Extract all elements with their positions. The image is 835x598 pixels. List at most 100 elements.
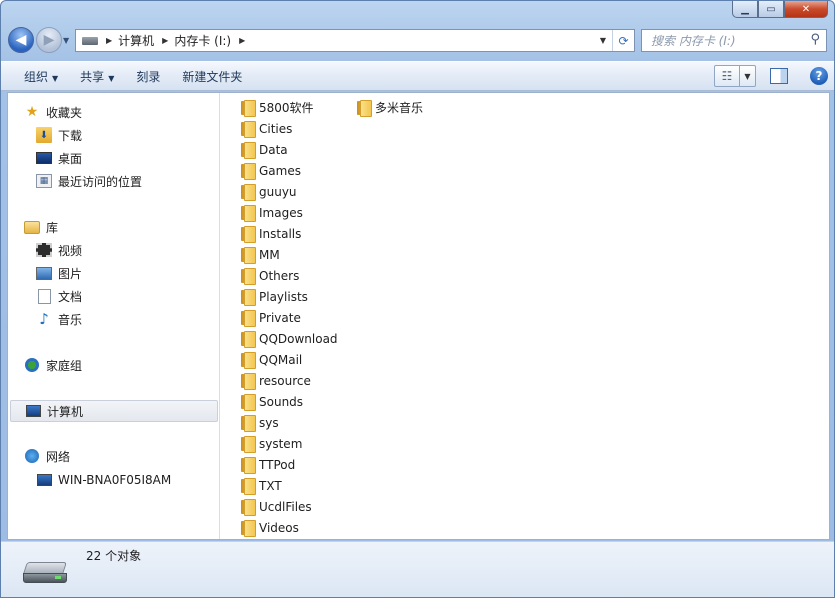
- sidebar-item-music[interactable]: ♪ 音乐: [36, 308, 82, 330]
- folder-label: Data: [259, 142, 288, 157]
- folder-label: Installs: [259, 226, 302, 241]
- sidebar-item-documents[interactable]: 文档: [36, 285, 82, 307]
- address-bar[interactable]: ▶ 计算机 ▶ 内存卡 (I:) ▶ ▼ ⟳: [75, 29, 635, 52]
- folder-icon: [241, 352, 256, 369]
- sidebar-item-videos[interactable]: 视频: [36, 239, 82, 261]
- folder-item[interactable]: system: [241, 433, 302, 454]
- folder-icon: [241, 499, 256, 516]
- sidebar-item-label: 下载: [58, 128, 83, 143]
- folder-item[interactable]: Cities: [241, 118, 292, 139]
- sidebar-item-desktop[interactable]: 桌面: [36, 147, 82, 169]
- refresh-icon[interactable]: ⟳: [612, 30, 634, 51]
- main-area: ★ 收藏夹 ⬇ 下载 桌面 ▦ 最近访问的位置 库 视频 图片 文档 ♪ 音乐 …: [7, 92, 830, 540]
- arrow-left-icon: ◀: [15, 32, 27, 48]
- folder-item[interactable]: Images: [241, 202, 303, 223]
- sidebar-item-label: 家庭组: [46, 358, 83, 373]
- folder-item[interactable]: TTPod: [241, 454, 295, 475]
- folder-item[interactable]: Videos: [241, 517, 299, 538]
- view-options-icon[interactable]: ☷: [714, 65, 740, 87]
- folder-item[interactable]: QQDownload: [241, 328, 338, 349]
- folder-item[interactable]: 5800软件: [241, 97, 314, 118]
- sidebar-item-computer[interactable]: 计算机: [10, 400, 218, 422]
- share-button[interactable]: 共享 ▼: [69, 68, 125, 85]
- folder-item[interactable]: Games: [241, 160, 301, 181]
- search-placeholder: 搜索 内存卡 (I:): [651, 34, 736, 48]
- organize-button[interactable]: 组织 ▼: [13, 68, 69, 85]
- folder-item[interactable]: Others: [241, 265, 299, 286]
- folder-icon: [241, 373, 256, 390]
- search-icon[interactable]: ⚲: [810, 32, 820, 47]
- maximize-button[interactable]: ▭: [758, 1, 784, 18]
- sidebar-item-network[interactable]: 网络: [24, 445, 70, 467]
- desktop-icon: [36, 152, 52, 164]
- share-label: 共享: [80, 69, 105, 84]
- folder-label: Others: [259, 268, 300, 283]
- folder-icon: [241, 436, 256, 453]
- back-button[interactable]: ◀: [8, 27, 34, 53]
- folder-item[interactable]: guuyu: [241, 181, 297, 202]
- music-note-icon: ♪: [39, 310, 49, 328]
- navigation-pane[interactable]: ★ 收藏夹 ⬇ 下载 桌面 ▦ 最近访问的位置 库 视频 图片 文档 ♪ 音乐 …: [8, 93, 220, 539]
- folder-icon: [241, 331, 256, 348]
- view-dropdown[interactable]: ▼: [740, 65, 756, 87]
- sidebar-item-label: 网络: [46, 449, 71, 464]
- folder-label: resource: [259, 373, 311, 388]
- folder-item[interactable]: Installs: [241, 223, 301, 244]
- folder-item[interactable]: resource: [241, 370, 311, 391]
- sidebar-item-libraries[interactable]: 库: [24, 216, 58, 238]
- recent-pages-dropdown[interactable]: ▼: [63, 36, 69, 45]
- new-folder-button[interactable]: 新建文件夹: [171, 68, 253, 85]
- folder-label: TTPod: [259, 457, 296, 472]
- command-bar: 组织 ▼ 共享 ▼ 刻录 新建文件夹 ☷ ▼ ?: [1, 61, 834, 91]
- folder-item[interactable]: 多米音乐: [357, 97, 423, 118]
- sidebar-item-label: 收藏夹: [46, 105, 83, 120]
- folder-label: Private: [259, 310, 301, 325]
- close-button[interactable]: ✕: [784, 1, 828, 18]
- explorer-window: ▁ ▭ ✕ ◀ ▶ ▼ ▶ 计算机 ▶ 内存卡 (I:) ▶ ▼ ⟳ 搜索 内存…: [0, 0, 835, 598]
- folder-item[interactable]: TXT: [241, 475, 282, 496]
- preview-pane-icon[interactable]: [770, 68, 788, 84]
- sidebar-item-favorites[interactable]: ★ 收藏夹: [24, 101, 82, 123]
- folder-item[interactable]: QQMail: [241, 349, 302, 370]
- minimize-button[interactable]: ▁: [732, 1, 758, 18]
- file-list[interactable]: 5800软件 Cities Data Games guuyu Images Installs…: [221, 93, 829, 539]
- help-icon[interactable]: ?: [810, 67, 828, 85]
- downloads-folder-icon: ⬇: [36, 127, 52, 143]
- folder-icon: [241, 520, 256, 537]
- breadcrumb-computer[interactable]: 计算机: [118, 32, 154, 49]
- breadcrumb-memory-card[interactable]: 内存卡 (I:): [174, 32, 231, 49]
- folder-icon: [241, 415, 256, 432]
- folder-label: UcdlFiles: [259, 499, 312, 514]
- chevron-down-icon: ▼: [52, 73, 59, 83]
- folder-icon: [241, 394, 256, 411]
- folder-label: Sounds: [259, 394, 304, 409]
- sidebar-item-label: 桌面: [58, 151, 83, 166]
- chevron-down-icon: ▼: [108, 73, 115, 83]
- address-history-dropdown[interactable]: ▼: [596, 30, 610, 51]
- details-pane: 22 个对象: [1, 541, 834, 597]
- video-icon: [36, 243, 52, 257]
- folder-item[interactable]: sys: [241, 412, 279, 433]
- folder-item[interactable]: Private: [241, 307, 301, 328]
- sidebar-item-downloads[interactable]: ⬇ 下载: [36, 124, 82, 146]
- folder-item[interactable]: Playlists: [241, 286, 308, 307]
- sidebar-item-label: 视频: [58, 243, 83, 258]
- folder-item[interactable]: MM: [241, 244, 280, 265]
- drive-icon: [82, 36, 98, 45]
- sidebar-item-pictures[interactable]: 图片: [36, 262, 82, 284]
- chevron-right-icon[interactable]: ▶: [239, 36, 245, 45]
- forward-button[interactable]: ▶: [36, 27, 62, 53]
- folder-item[interactable]: Sounds: [241, 391, 303, 412]
- burn-button[interactable]: 刻录: [125, 68, 171, 85]
- sidebar-item-recent-places[interactable]: ▦ 最近访问的位置: [36, 170, 142, 192]
- folder-label: Cities: [259, 121, 293, 136]
- sidebar-item-homegroup[interactable]: 家庭组: [24, 354, 82, 376]
- folder-item[interactable]: Data: [241, 139, 288, 160]
- folder-icon: [357, 100, 372, 117]
- folder-item[interactable]: UcdlFiles: [241, 496, 312, 517]
- search-input[interactable]: 搜索 内存卡 (I:) ⚲: [641, 29, 827, 52]
- sidebar-item-network-computer[interactable]: WIN-BNA0F05I8AM: [36, 469, 171, 491]
- chevron-right-icon[interactable]: ▶: [106, 36, 112, 45]
- organize-label: 组织: [24, 69, 49, 84]
- chevron-right-icon[interactable]: ▶: [162, 36, 168, 45]
